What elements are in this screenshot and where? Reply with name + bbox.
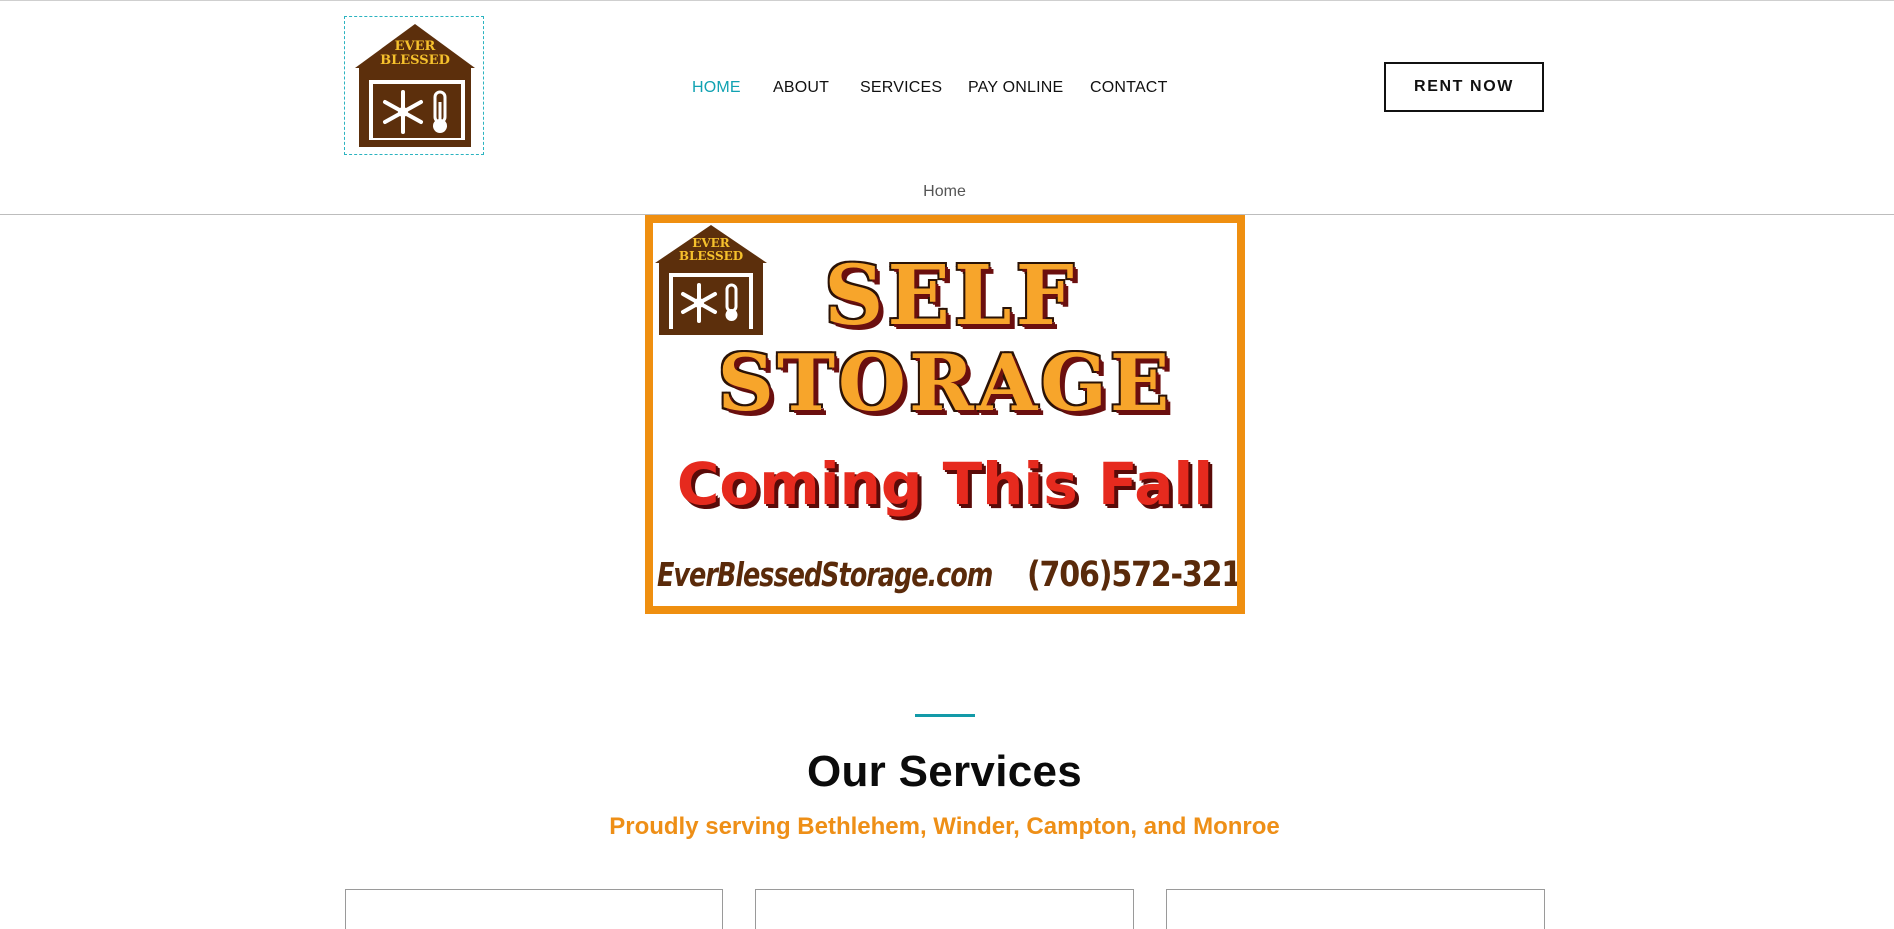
services-subheading: Proudly serving Bethlehem, Winder, Campt… xyxy=(609,813,1280,840)
logo-text-blessed: BLESSED xyxy=(380,53,450,68)
nav-contact[interactable]: CONTACT xyxy=(1090,76,1168,100)
nav-about[interactable]: ABOUT xyxy=(773,76,829,100)
hero-text-storage: STORAGE xyxy=(717,338,1173,429)
site-logo[interactable]: EVER BLESSED xyxy=(344,16,484,155)
hero-logo-text-blessed: BLESSED xyxy=(679,249,743,263)
nav-services[interactable]: SERVICES xyxy=(860,76,942,100)
rent-now-button[interactable]: RENT NOW xyxy=(1384,62,1544,112)
logo-text-ever: EVER xyxy=(395,39,436,54)
nav-pay-online[interactable]: PAY ONLINE xyxy=(968,76,1063,100)
breadcrumb[interactable]: Home xyxy=(0,182,1889,202)
hero-banner-content: EVER BLESSED SELF STORAGE Coming This Fa… xyxy=(653,223,1237,606)
hero-text-phone: (706)572-3214 xyxy=(1027,555,1237,595)
hero-logo-text-ever: EVER xyxy=(692,236,731,250)
hero-text-website: EverBlessedStorage.com xyxy=(657,555,993,594)
service-card[interactable] xyxy=(755,889,1134,929)
hero-text-self: SELF xyxy=(824,248,1078,344)
top-border xyxy=(0,0,1894,1)
section-accent-divider xyxy=(915,714,975,717)
hero-banner-image: EVER BLESSED SELF STORAGE Coming This Fa… xyxy=(645,215,1245,614)
nav-home[interactable]: HOME xyxy=(692,76,741,100)
hero-text-coming-this-fall: Coming This Fall xyxy=(676,450,1214,518)
storage-building-logo-icon: EVER BLESSED xyxy=(355,24,475,147)
services-heading: Our Services xyxy=(806,747,1083,796)
service-card[interactable] xyxy=(1166,889,1545,929)
service-card[interactable] xyxy=(345,889,723,929)
